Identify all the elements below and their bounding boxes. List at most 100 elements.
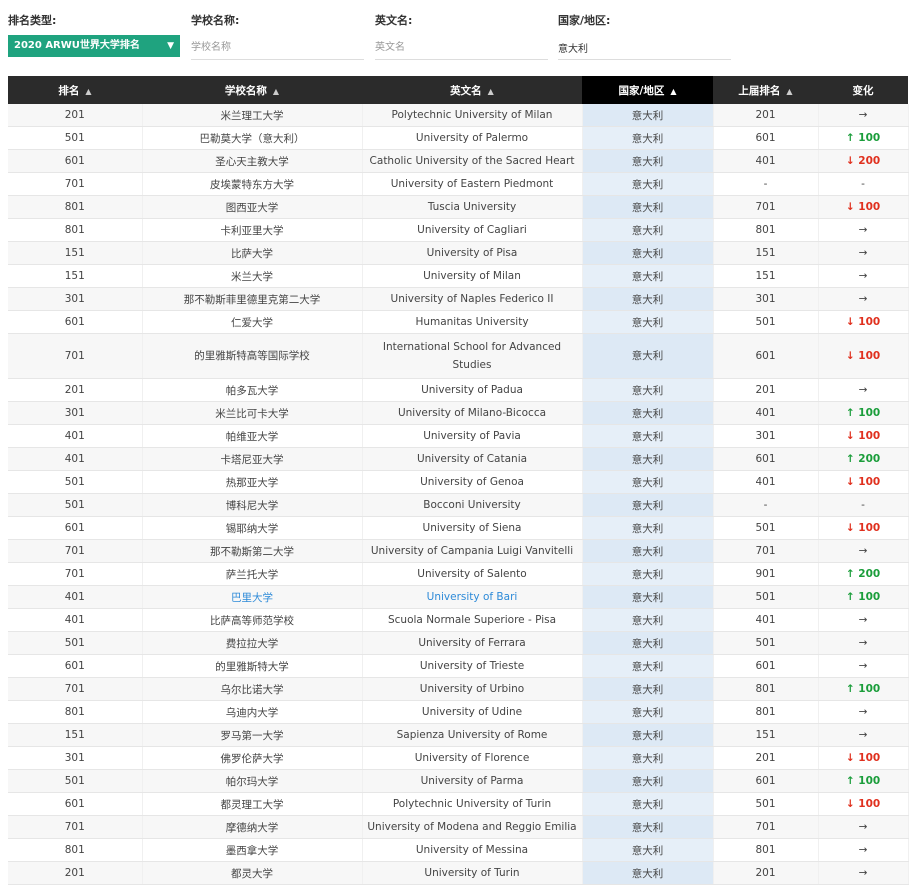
table-row[interactable]: 301 那不勒斯菲里德里克第二大学 University of Naples Fed… [8, 287, 909, 311]
school-name-cell[interactable]: 费拉拉大学 [142, 631, 363, 655]
english-name-cell[interactable]: University of Messina [362, 838, 583, 862]
table-row[interactable]: 601 仁爱大学 Humanitas University 意大利 501 ↓ 100 [8, 310, 909, 334]
table-row[interactable]: 151 米兰大学 University of Milan 意大利 151 → [8, 264, 909, 288]
table-row[interactable]: 601 都灵理工大学 Polytechnic University of Turin… [8, 792, 909, 816]
english-name-cell[interactable]: University of Bari [362, 585, 583, 609]
english-name-cell[interactable]: University of Catania [362, 447, 583, 471]
table-row[interactable]: 301 米兰比可卡大学 University of Milano-Bicocca 意大… [8, 401, 909, 425]
school-name-cell[interactable]: 巴勒莫大学（意大利） [142, 126, 363, 150]
table-row[interactable]: 401 帕维亚大学 University of Pavia 意大利 301 ↓ 100 [8, 424, 909, 448]
table-row[interactable]: 401 比萨高等师范学校 Scuola Normale Superiore - Pi… [8, 608, 909, 632]
column-header-school-name[interactable]: 学校名称 ▲ [142, 76, 362, 104]
school-name-cell[interactable]: 比萨高等师范学校 [142, 608, 363, 632]
table-row[interactable]: 701 摩德纳大学 University of Modena and Reggio … [8, 815, 909, 839]
english-name-input[interactable] [375, 35, 548, 60]
english-name-cell[interactable]: University of Campania Luigi Vanvitelli [362, 539, 583, 563]
english-name-cell[interactable]: University of Pisa [362, 241, 583, 265]
english-name-cell[interactable]: Tuscia University [362, 195, 583, 219]
table-row[interactable]: 701 乌尔比诺大学 University of Urbino 意大利 801 ↑ 100 [8, 677, 909, 701]
school-name-cell[interactable]: 乌尔比诺大学 [142, 677, 363, 701]
school-name-cell[interactable]: 卡塔尼亚大学 [142, 447, 363, 471]
english-name-cell[interactable]: University of Salento [362, 562, 583, 586]
table-row[interactable]: 501 热那亚大学 University of Genoa 意大利 401 ↓ 100 [8, 470, 909, 494]
english-name-cell[interactable]: Polytechnic University of Turin [362, 792, 583, 816]
english-name-cell[interactable]: University of Palermo [362, 126, 583, 150]
english-name-cell[interactable]: Bocconi University [362, 493, 583, 517]
table-row[interactable]: 301 佛罗伦萨大学 University of Florence 意大利 201 ↓ 1… [8, 746, 909, 770]
table-row[interactable]: 201 米兰理工大学 Polytechnic University of Milan… [8, 104, 909, 127]
table-row[interactable]: 401 卡塔尼亚大学 University of Catania 意大利 601 ↑ 20… [8, 447, 909, 471]
table-row[interactable]: 801 墨西拿大学 University of Messina 意大利 801 → [8, 838, 909, 862]
school-name-cell[interactable]: 巴里大学 [142, 585, 363, 609]
english-name-cell[interactable]: University of Udine [362, 700, 583, 724]
english-name-cell[interactable]: Scuola Normale Superiore - Pisa [362, 608, 583, 632]
school-name-cell[interactable]: 米兰大学 [142, 264, 363, 288]
table-row[interactable]: 201 都灵大学 University of Turin 意大利 201 → [8, 861, 909, 885]
table-row[interactable]: 801 乌迪内大学 University of Udine 意大利 801 → [8, 700, 909, 724]
school-name-cell[interactable]: 那不勒斯第二大学 [142, 539, 363, 563]
column-header-rank[interactable]: 排名 ▲ [8, 76, 142, 104]
english-name-cell[interactable]: University of Parma [362, 769, 583, 793]
table-row[interactable]: 601 锡耶纳大学 University of Siena 意大利 501 ↓ 100 [8, 516, 909, 540]
english-name-cell[interactable]: University of Trieste [362, 654, 583, 678]
school-name-cell[interactable]: 那不勒斯菲里德里克第二大学 [142, 287, 363, 311]
table-row[interactable]: 701 的里雅斯特高等国际学校 International School for A… [8, 333, 909, 379]
school-name-cell[interactable]: 摩德纳大学 [142, 815, 363, 839]
school-name-cell[interactable]: 米兰比可卡大学 [142, 401, 363, 425]
school-name-cell[interactable]: 仁爱大学 [142, 310, 363, 334]
school-name-cell[interactable]: 图西亚大学 [142, 195, 363, 219]
english-name-cell[interactable]: University of Ferrara [362, 631, 583, 655]
english-name-cell[interactable]: University of Florence [362, 746, 583, 770]
school-name-cell[interactable]: 的里雅斯特大学 [142, 654, 363, 678]
school-name-cell[interactable]: 帕维亚大学 [142, 424, 363, 448]
school-name-cell[interactable]: 都灵理工大学 [142, 792, 363, 816]
english-name-cell[interactable]: International School for Advanced Studie… [362, 333, 583, 379]
school-name-input[interactable] [191, 35, 364, 60]
school-name-cell[interactable]: 米兰理工大学 [142, 104, 363, 127]
table-row[interactable]: 601 的里雅斯特大学 University of Trieste 意大利 601 → [8, 654, 909, 678]
table-row[interactable]: 701 那不勒斯第二大学 University of Campania Luigi … [8, 539, 909, 563]
table-row[interactable]: 401 巴里大学 University of Bari 意大利 501 ↑ 100 [8, 585, 909, 609]
school-name-cell[interactable]: 比萨大学 [142, 241, 363, 265]
school-name-cell[interactable]: 皮埃蒙特东方大学 [142, 172, 363, 196]
english-name-cell[interactable]: University of Eastern Piedmont [362, 172, 583, 196]
school-name-cell[interactable]: 墨西拿大学 [142, 838, 363, 862]
english-name-cell[interactable]: University of Pavia [362, 424, 583, 448]
table-row[interactable]: 501 费拉拉大学 University of Ferrara 意大利 501 → [8, 631, 909, 655]
table-row[interactable]: 151 罗马第一大学 Sapienza University of Rome 意大利 1… [8, 723, 909, 747]
table-row[interactable]: 601 圣心天主教大学 Catholic University of the Sac… [8, 149, 909, 173]
column-header-english-name[interactable]: 英文名 ▲ [362, 76, 582, 104]
table-row[interactable]: 801 卡利亚里大学 University of Cagliari 意大利 801 → [8, 218, 909, 242]
english-name-cell[interactable]: University of Naples Federico II [362, 287, 583, 311]
school-name-cell[interactable]: 锡耶纳大学 [142, 516, 363, 540]
english-name-cell[interactable]: University of Milano-Bicocca [362, 401, 583, 425]
ranking-type-select[interactable]: 2020 ARWU世界大学排名 ▼ [8, 35, 180, 57]
english-name-cell[interactable]: University of Padua [362, 378, 583, 402]
english-name-cell[interactable]: University of Siena [362, 516, 583, 540]
school-name-cell[interactable]: 都灵大学 [142, 861, 363, 885]
school-name-cell[interactable]: 罗马第一大学 [142, 723, 363, 747]
english-name-cell[interactable]: Polytechnic University of Milan [362, 104, 583, 127]
school-name-cell[interactable]: 帕多瓦大学 [142, 378, 363, 402]
school-name-cell[interactable]: 卡利亚里大学 [142, 218, 363, 242]
table-row[interactable]: 801 图西亚大学 Tuscia University 意大利 701 ↓ 100 [8, 195, 909, 219]
table-row[interactable]: 701 皮埃蒙特东方大学 University of Eastern Piedmon… [8, 172, 909, 196]
english-name-cell[interactable]: University of Genoa [362, 470, 583, 494]
english-name-cell[interactable]: University of Milan [362, 264, 583, 288]
school-name-cell[interactable]: 的里雅斯特高等国际学校 [142, 333, 363, 379]
school-name-cell[interactable]: 博科尼大学 [142, 493, 363, 517]
school-name-cell[interactable]: 萨兰托大学 [142, 562, 363, 586]
school-name-cell[interactable]: 佛罗伦萨大学 [142, 746, 363, 770]
column-header-country[interactable]: 国家/地区 ▲ [582, 76, 713, 104]
school-name-cell[interactable]: 圣心天主教大学 [142, 149, 363, 173]
school-name-cell[interactable]: 乌迪内大学 [142, 700, 363, 724]
table-row[interactable]: 151 比萨大学 University of Pisa 意大利 151 → [8, 241, 909, 265]
english-name-cell[interactable]: University of Modena and Reggio Emilia [362, 815, 583, 839]
table-row[interactable]: 501 博科尼大学 Bocconi University 意大利 - - [8, 493, 909, 517]
english-name-cell[interactable]: Humanitas University [362, 310, 583, 334]
english-name-cell[interactable]: Catholic University of the Sacred Heart [362, 149, 583, 173]
column-header-previous-rank[interactable]: 上届排名 ▲ [713, 76, 818, 104]
table-row[interactable]: 501 巴勒莫大学（意大利） University of Palermo 意大利 601… [8, 126, 909, 150]
school-name-cell[interactable]: 帕尔玛大学 [142, 769, 363, 793]
english-name-cell[interactable]: University of Urbino [362, 677, 583, 701]
